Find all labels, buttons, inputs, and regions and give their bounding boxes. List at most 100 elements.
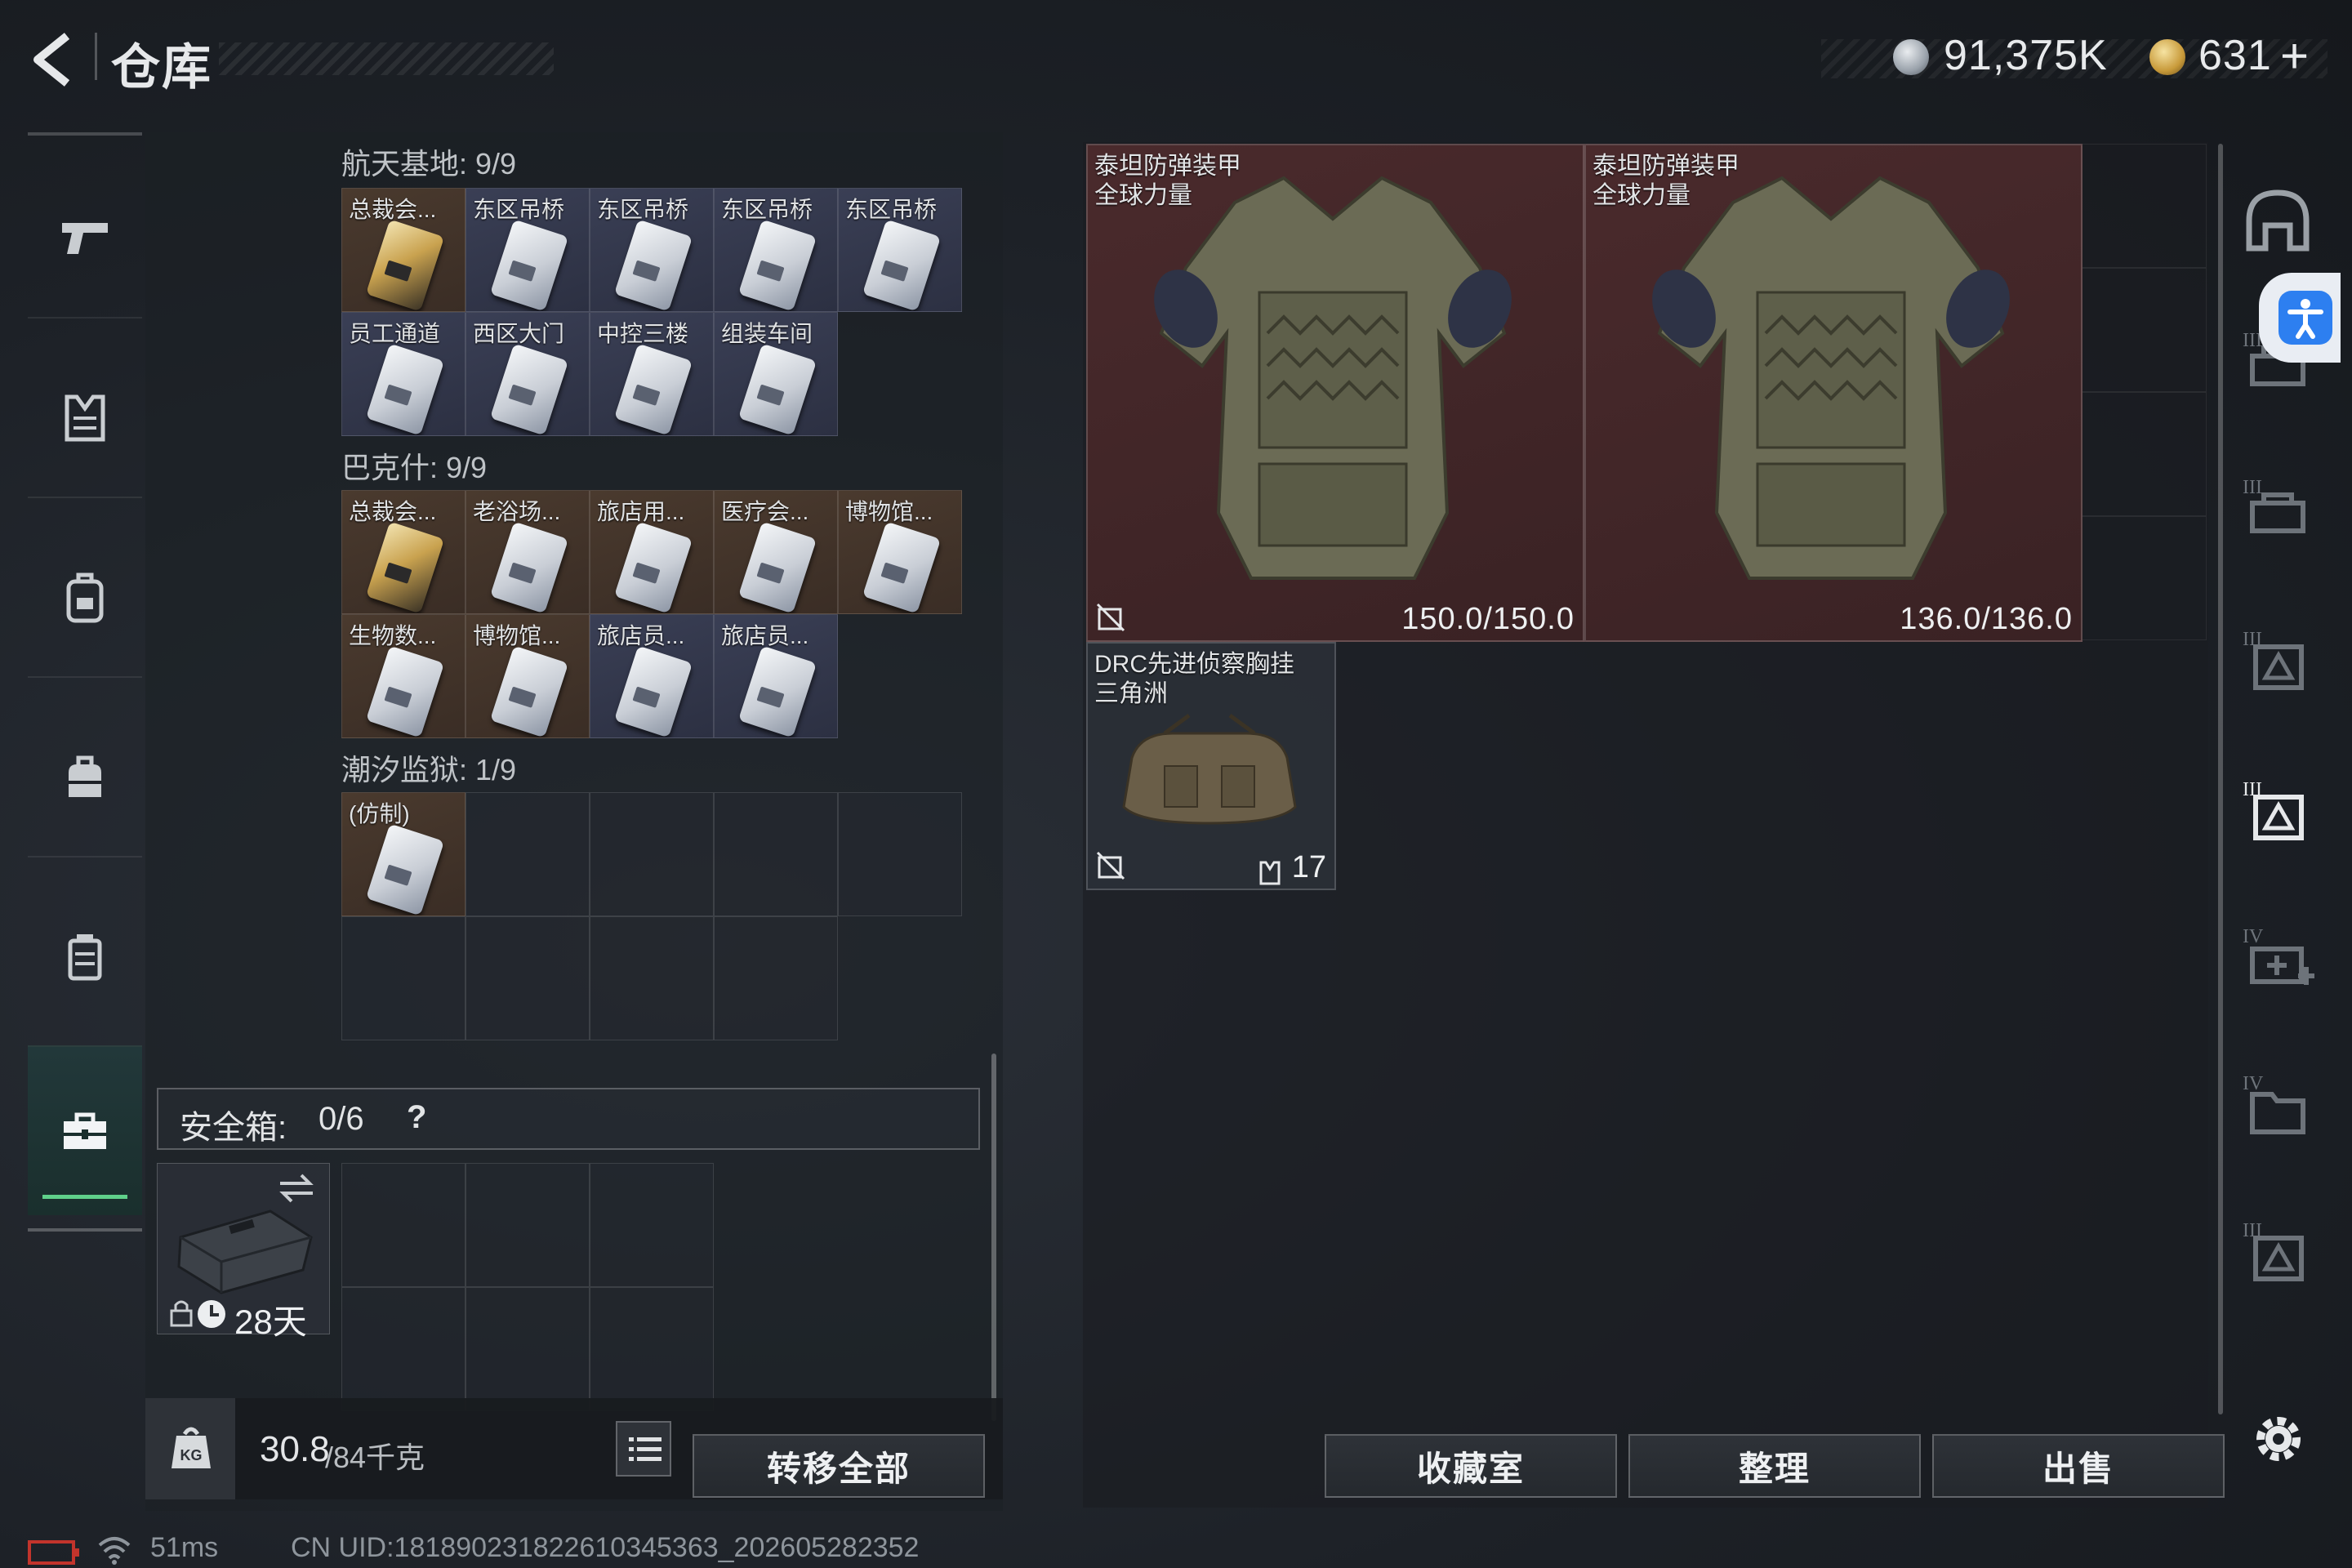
keycard-label: 总裁会... — [349, 499, 437, 524]
empty-slot[interactable] — [714, 916, 838, 1040]
keycard-icon — [365, 219, 445, 311]
keycard-slot[interactable]: 员工通道 — [341, 312, 466, 436]
armor-tier3-icon[interactable]: III — [2241, 470, 2314, 544]
sell-button[interactable]: 出售 — [1932, 1434, 2225, 1498]
folder-tier4-icon[interactable]: IV — [2241, 1067, 2314, 1140]
empty-slot[interactable] — [341, 916, 466, 1040]
empty-slot[interactable] — [714, 792, 838, 916]
keycard-label: 组装车间 — [721, 321, 813, 346]
canister-icon — [68, 934, 102, 981]
battery-icon — [28, 1540, 79, 1565]
stash-cell[interactable] — [2082, 392, 2207, 516]
keycard-label: 总裁会... — [349, 197, 437, 222]
clock-icon — [198, 1300, 225, 1328]
keycard-slot[interactable]: 东区吊桥 — [714, 188, 838, 312]
currency-gold-value: 631 — [2198, 32, 2272, 79]
stash-item-chest-rig[interactable]: DRC先进侦察胸挂 三角洲 17 — [1086, 642, 1336, 890]
stash-scrollbar[interactable] — [2218, 144, 2223, 1414]
collection-room-button[interactable]: 收藏室 — [1325, 1434, 1617, 1498]
weight-icon-box: KG — [145, 1398, 235, 1499]
keycard-slot[interactable]: 医疗会... — [714, 490, 838, 614]
helmet-icon[interactable] — [2241, 185, 2314, 258]
keycard-icon — [365, 521, 445, 613]
keycard-slot[interactable]: 东区吊桥 — [590, 188, 714, 312]
nav-separator — [28, 856, 142, 858]
keycard-slot[interactable]: 东区吊桥 — [838, 188, 962, 312]
empty-slot[interactable] — [466, 1163, 590, 1287]
stash-item-armor[interactable]: 泰坦防弹装甲 全球力量 136.0/136.0 — [1584, 144, 2082, 642]
rig-tier3-icon[interactable]: III — [2241, 1214, 2314, 1287]
rig-tier3-icon[interactable]: III — [2241, 622, 2314, 696]
back-arrow-icon[interactable] — [24, 31, 82, 88]
svg-text:IV: IV — [2243, 926, 2264, 947]
empty-slot[interactable] — [590, 792, 714, 916]
keycard-slot[interactable]: (仿制) — [341, 792, 466, 916]
settings-gear-icon[interactable] — [2246, 1406, 2311, 1472]
empty-slot[interactable] — [466, 1287, 590, 1411]
keycard-icon — [365, 823, 445, 915]
keycard-slot[interactable]: 老浴场... — [466, 490, 590, 614]
keycard-slot[interactable]: 总裁会... — [341, 490, 466, 614]
keycard-slot[interactable]: 中控三楼 — [590, 312, 714, 436]
swap-icon[interactable] — [277, 1172, 316, 1205]
add-currency-button[interactable]: + — [2280, 28, 2310, 84]
empty-slot[interactable] — [341, 1163, 466, 1287]
rig-tier3-icon[interactable]: III — [2241, 773, 2314, 846]
left-scrollbar[interactable] — [991, 1054, 996, 1421]
keycard-slot[interactable]: 西区大门 — [466, 312, 590, 436]
keycard-slot[interactable]: 生物数... — [341, 614, 466, 738]
keycard-icon — [862, 219, 942, 311]
keycard-slot[interactable]: 博物馆... — [838, 490, 962, 614]
left-nav — [28, 132, 142, 1235]
safe-box-count: 0/6 — [318, 1101, 364, 1137]
stash-cell[interactable] — [2082, 144, 2207, 268]
nav-weapons[interactable] — [28, 157, 142, 320]
transfer-all-button[interactable]: 转移全部 — [693, 1434, 985, 1498]
keycard-slot[interactable]: 总裁会... — [341, 188, 466, 312]
safe-box-help-button[interactable]: ? — [407, 1099, 426, 1136]
nav-bag[interactable] — [28, 696, 142, 859]
nav-armor[interactable] — [28, 336, 142, 500]
empty-slot[interactable] — [590, 916, 714, 1040]
keycard-label: (仿制) — [349, 801, 410, 826]
medkit-tier4-icon[interactable]: IV — [2241, 920, 2314, 993]
item-durability: 150.0/150.0 — [1401, 602, 1575, 636]
nav-container[interactable] — [28, 875, 142, 1039]
safe-case-days: 28天 — [234, 1303, 307, 1341]
empty-slot[interactable] — [838, 792, 962, 916]
sort-button[interactable]: 整理 — [1628, 1434, 1921, 1498]
list-icon — [629, 1437, 662, 1461]
armor-vest-image — [1652, 176, 2010, 580]
keycard-slot[interactable]: 旅店员... — [714, 614, 838, 738]
list-view-button[interactable] — [616, 1421, 671, 1477]
keycard-icon — [613, 343, 693, 435]
keycard-slot[interactable]: 旅店员... — [590, 614, 714, 738]
stash-item-armor[interactable]: 泰坦防弹装甲 全球力量 150.0/150.0 — [1086, 144, 1584, 642]
no-insurance-icon — [1096, 603, 1125, 632]
keycard-icon — [365, 343, 445, 435]
keycard-slot[interactable]: 博物馆... — [466, 614, 590, 738]
keycard-slot[interactable]: 旅店用... — [590, 490, 714, 614]
accessibility-button[interactable] — [2259, 273, 2341, 363]
keycard-label: 西区大门 — [473, 321, 565, 346]
nav-safebox[interactable] — [28, 1045, 142, 1215]
empty-slot[interactable] — [590, 1287, 714, 1411]
empty-slot[interactable] — [590, 1163, 714, 1287]
keycard-label: 东区吊桥 — [597, 197, 689, 222]
keycard-slot[interactable]: 组装车间 — [714, 312, 838, 436]
empty-slot[interactable] — [466, 916, 590, 1040]
title-divider — [95, 33, 97, 80]
nav-backpack[interactable] — [28, 516, 142, 679]
keycard-icon — [862, 521, 942, 613]
stash-cell[interactable] — [2082, 516, 2207, 640]
safe-case-slot[interactable]: 28天 — [157, 1163, 330, 1341]
keycard-label: 员工通道 — [349, 321, 441, 346]
armor-vest-icon — [65, 394, 105, 442]
item-durability: 136.0/136.0 — [1900, 602, 2073, 636]
keycard-icon — [737, 343, 817, 435]
empty-slot[interactable] — [466, 792, 590, 916]
stash-cell[interactable] — [2082, 268, 2207, 392]
nav-bottom-line — [28, 1228, 142, 1232]
keycard-slot[interactable]: 东区吊桥 — [466, 188, 590, 312]
empty-slot[interactable] — [341, 1287, 466, 1411]
